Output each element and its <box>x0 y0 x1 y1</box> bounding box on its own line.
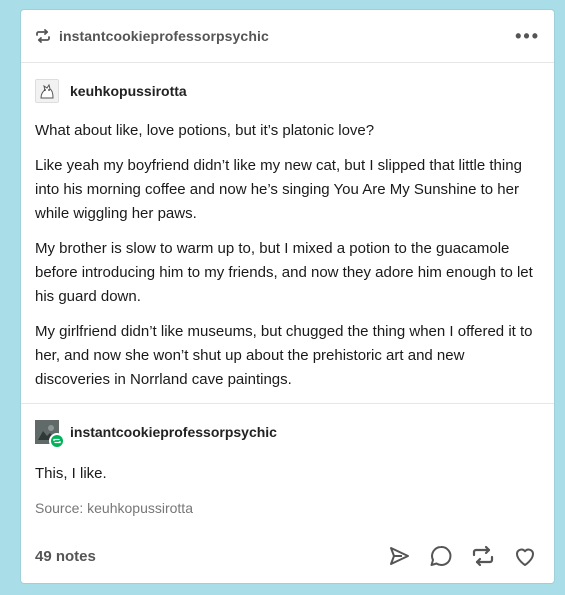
post-header: instantcookieprofessorpsychic ••• <box>21 10 554 63</box>
original-author-name[interactable]: keuhkopussirotta <box>70 83 187 99</box>
original-author-row: keuhkopussirotta <box>35 77 540 105</box>
paragraph: Like yeah my boyfriend didn’t like my ne… <box>35 157 522 222</box>
original-post-body: What about like, love potions, but it’s … <box>35 119 540 392</box>
share-icon[interactable] <box>384 541 414 571</box>
avatar[interactable] <box>35 420 65 449</box>
reblog-author-name[interactable]: instantcookieprofessorpsychic <box>70 424 277 440</box>
paragraph: This, I like. <box>35 465 107 482</box>
paragraph: What about like, love potions, but it’s … <box>35 122 375 139</box>
source-link[interactable]: Source: keuhkopussirotta <box>35 500 540 516</box>
avatar[interactable] <box>35 79 59 103</box>
original-post: keuhkopussirotta What about like, love p… <box>21 63 554 392</box>
post-actions <box>384 541 540 571</box>
reblog-post-body: This, I like. <box>35 462 540 486</box>
like-icon[interactable] <box>510 541 540 571</box>
reblog-icon[interactable] <box>468 541 498 571</box>
reblog-post: instantcookieprofessorpsychic This, I li… <box>21 404 554 516</box>
paragraph: My brother is slow to warm up to, but I … <box>35 240 533 305</box>
post-card: instantcookieprofessorpsychic ••• keuhko… <box>21 10 554 583</box>
reblogger-name[interactable]: instantcookieprofessorpsychic <box>59 28 515 44</box>
reblog-author-row: instantcookieprofessorpsychic <box>35 418 540 449</box>
reblog-badge-icon <box>49 433 65 449</box>
paragraph: My girlfriend didn’t like museums, but c… <box>35 323 533 388</box>
notes-count[interactable]: 49 notes <box>35 548 384 565</box>
more-options-icon[interactable]: ••• <box>515 27 540 45</box>
reply-icon[interactable] <box>426 541 456 571</box>
reblog-icon <box>35 28 51 44</box>
post-footer: 49 notes <box>35 541 540 571</box>
